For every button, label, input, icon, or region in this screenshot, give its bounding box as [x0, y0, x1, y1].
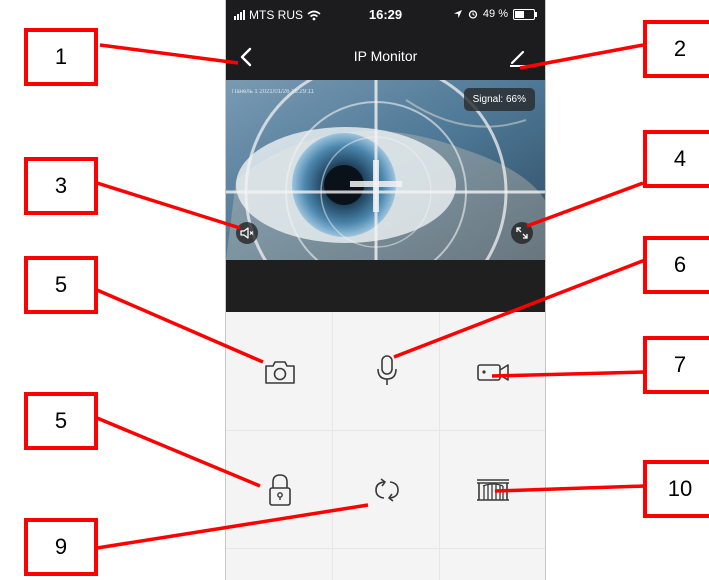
callout-2: 2 — [643, 20, 709, 78]
callout-4: 4 — [643, 130, 709, 188]
callout-1: 1 — [24, 28, 98, 86]
callout-9: 9 — [24, 518, 98, 576]
callout-5: 5 — [24, 256, 98, 314]
callout-3: 3 — [24, 157, 98, 215]
callout-6: 6 — [643, 236, 709, 294]
callout-5b: 5 — [24, 392, 98, 450]
annotation-lines — [96, 43, 646, 550]
callout-10: 10 — [643, 460, 709, 518]
callout-7: 7 — [643, 336, 709, 394]
